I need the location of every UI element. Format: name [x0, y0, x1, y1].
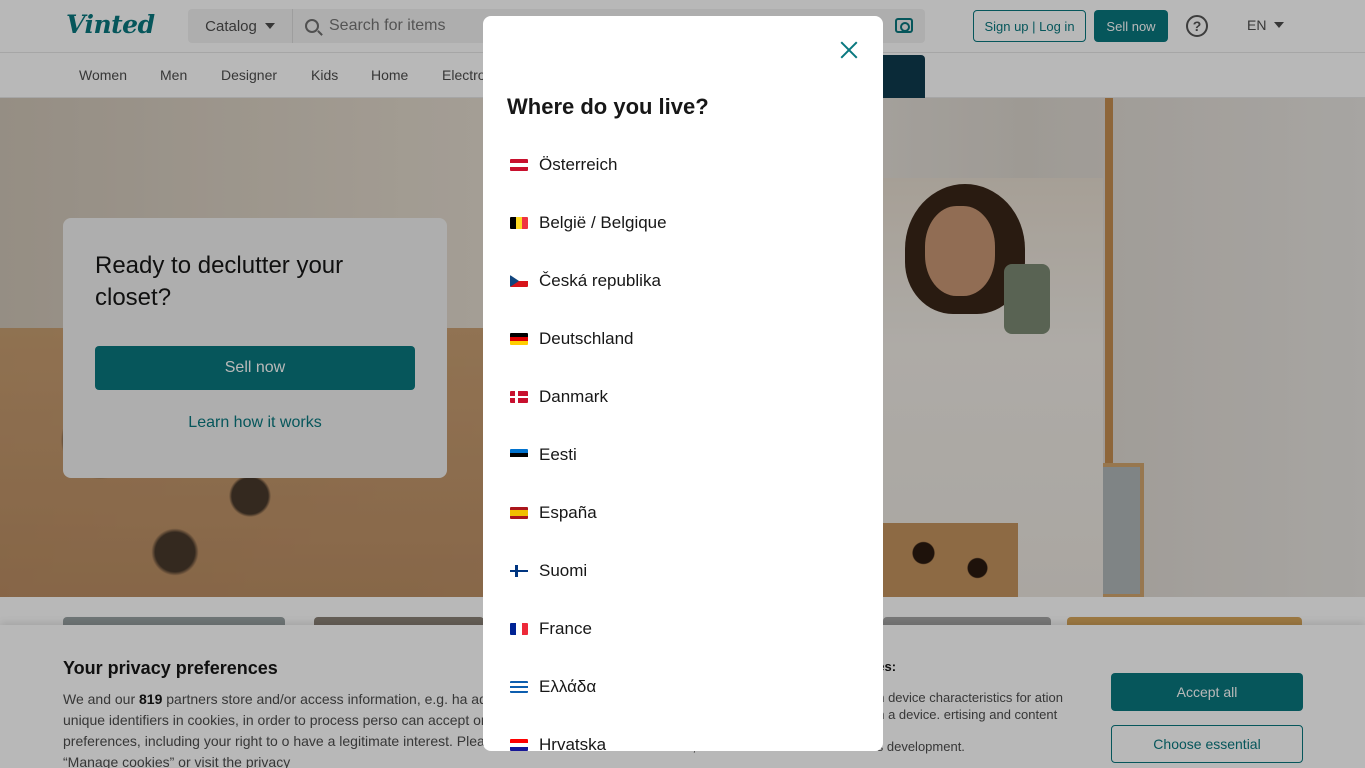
country-name: Eesti [539, 445, 577, 464]
country-name: Deutschland [539, 329, 634, 348]
country-name: Danmark [539, 387, 608, 406]
country-list: Österreich België / Belgique Česká republi… [483, 136, 883, 751]
flag-icon [510, 739, 528, 751]
country-option[interactable]: Ελλάδα [483, 658, 883, 716]
country-option[interactable]: España [483, 484, 883, 542]
country-option[interactable]: Danmark [483, 368, 883, 426]
country-option[interactable]: Deutschland [483, 310, 883, 368]
country-option[interactable]: België / Belgique [483, 194, 883, 252]
flag-icon [510, 391, 528, 403]
flag-icon [510, 449, 528, 461]
flag-icon [510, 507, 528, 519]
country-name: Suomi [539, 561, 588, 580]
flag-icon [510, 217, 528, 229]
country-name: Österreich [539, 155, 618, 174]
country-name: Hrvatska [539, 735, 607, 751]
country-name: España [539, 503, 597, 522]
flag-icon [510, 681, 528, 693]
flag-icon [510, 623, 528, 635]
flag-icon [510, 159, 528, 171]
country-name: France [539, 619, 592, 638]
flag-icon [510, 275, 528, 287]
country-name: Ελλάδα [539, 677, 597, 696]
country-option[interactable]: Österreich [483, 136, 883, 194]
country-option[interactable]: Hrvatska [483, 716, 883, 751]
country-name: België / Belgique [539, 213, 667, 232]
country-select-modal: Where do you live? Österreich België / Be… [483, 16, 883, 751]
country-option[interactable]: France [483, 600, 883, 658]
flag-icon [510, 565, 528, 577]
modal-title: Where do you live? [507, 94, 709, 119]
country-option[interactable]: Česká republika [483, 252, 883, 310]
country-option[interactable]: Suomi [483, 542, 883, 600]
country-option[interactable]: Eesti [483, 426, 883, 484]
close-icon[interactable] [837, 38, 861, 62]
flag-icon [510, 333, 528, 345]
country-name: Česká republika [539, 271, 661, 290]
